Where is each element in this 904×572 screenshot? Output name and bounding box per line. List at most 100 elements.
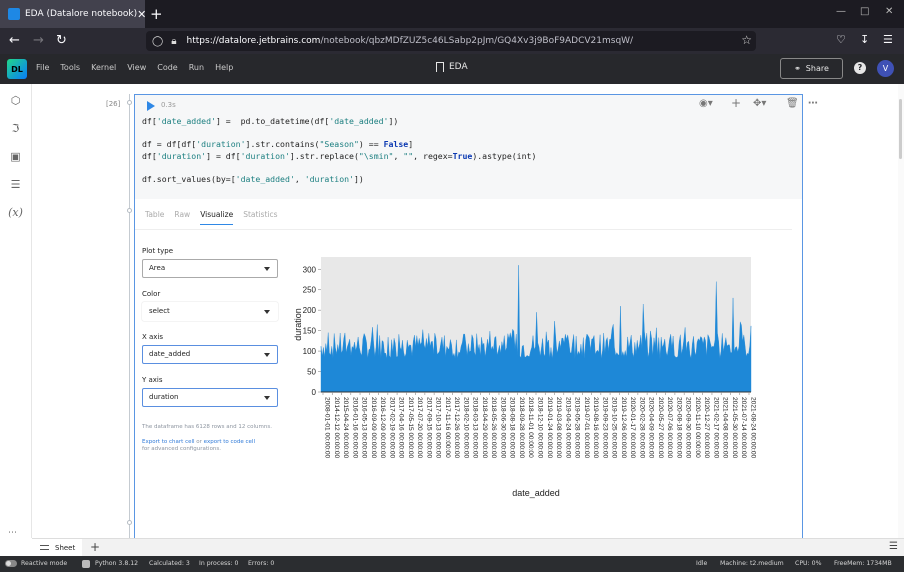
address-bar[interactable]: ◯ 🔒︎ https://datalore.jetbrains.com/note… [146,31,756,51]
cell-handle[interactable] [127,100,132,105]
sheet-tab[interactable]: Sheet [32,539,82,556]
x-tick-label: 2016-05-13 00:00:00 [361,397,368,459]
reactive-mode-toggle[interactable] [5,560,17,567]
visibility-icon[interactable]: ◉▾ [699,98,713,109]
plot-type-select[interactable]: Area [142,259,278,278]
cpu-usage: CPU: 0% [795,560,822,567]
add-cell-icon[interactable]: + [731,96,741,110]
code-cell[interactable]: 0.3s ◉▾ + ✥▾ 🗑︎ ⋯ df['date_added'] = pd.… [134,94,818,538]
tab-table[interactable]: Table [145,210,164,225]
x-tick-label: 2019-12-06 00:00:00 [620,397,627,459]
x-tick-label: 2018-12-10 00:00:00 [537,397,544,459]
code-token: False [383,139,409,149]
cell-output: Table Raw Visualize Statistics Plot type Ar… [135,199,802,538]
x-tick-label: 2016-09-09 00:00:00 [370,397,377,459]
close-window-icon[interactable]: ✕ [885,6,893,17]
back-icon[interactable]: ← [9,32,20,50]
next-cell-handle[interactable] [127,520,132,525]
menu-item-code[interactable]: Code [157,63,177,72]
lock-icon[interactable]: 🔒︎ [171,36,176,47]
menu-item-help[interactable]: Help [215,63,233,72]
tab-raw[interactable]: Raw [174,210,190,225]
menu-item-tools[interactable]: Tools [60,63,80,72]
x-tick-label: 2016-01-16 00:00:00 [351,397,358,459]
code-token: 'date_added' [235,173,295,184]
maximize-icon[interactable]: □ [860,6,869,17]
reload-icon[interactable]: ↻ [56,32,67,50]
share-button[interactable]: ⚭ Share [780,58,843,79]
scrollbar[interactable] [898,84,904,538]
left-sidebar: ⬡ ℑ ▣ ☰ (x) [0,84,32,538]
output-handle[interactable] [127,208,132,213]
shield-icon[interactable]: ◯ [152,36,163,47]
cube-icon[interactable]: ⬡ [8,94,23,109]
x-tick-label: 2017-10-13 00:00:00 [435,397,442,459]
minimize-icon[interactable]: — [836,6,846,17]
x-tick-label: 2018-08-18 00:00:00 [509,397,516,459]
share-label: Share [805,64,829,73]
url-host: https://datalore.jetbrains.com [186,36,321,46]
hamburger-menu-icon[interactable]: ☰ [883,33,893,46]
cell-editor[interactable]: 0.3s ◉▾ + ✥▾ 🗑︎ ⋯ df['date_added'] = pd.… [135,95,818,199]
python-version[interactable]: Python 3.8.12 [95,556,138,572]
notebook-title[interactable]: EDA [436,62,468,72]
menu-item-kernel[interactable]: Kernel [91,63,116,72]
code-token: ).astype(int) [472,150,537,161]
reactive-mode-label[interactable]: Reactive mode [21,556,67,572]
datalore-favicon-icon [8,8,20,20]
code-editor[interactable]: df['date_added'] = pd.to_datetime(df['da… [142,116,536,185]
variables-icon[interactable]: (x) [8,206,23,221]
help-icon[interactable]: ? [854,62,866,74]
code-line[interactable] [142,162,536,174]
forward-icon[interactable]: → [33,32,44,50]
close-tab-icon[interactable]: ✕ [137,8,146,21]
x-tick-label: 2015-04-24 00:00:00 [342,397,349,459]
y-tick-label: 200 [303,306,317,315]
url-text[interactable]: https://datalore.jetbrains.com/notebook/… [187,36,634,46]
avatar[interactable]: V [877,60,894,77]
more-options-icon[interactable]: ⋯ [808,98,818,109]
export-to-chart-link[interactable]: Export to chart cell [142,439,195,445]
free-memory: FreeMem: 1734MB [834,560,892,567]
color-select[interactable]: select [142,302,278,321]
menu-item-file[interactable]: File [36,63,49,72]
add-sheet-button[interactable]: + [90,540,100,554]
area-chart[interactable]: 0501001502002503002008-01-01 00:00:00 201… [291,252,766,538]
y-axis-value: duration [149,393,179,401]
chevron-down-icon [264,353,270,357]
x-tick-label: 2017-05-15 00:00:00 [407,397,414,459]
menu-item-run[interactable]: Run [189,63,204,72]
x-tick-label: 2018-06-30 00:00:00 [499,397,506,459]
code-line[interactable]: df['duration'] = df['duration'].str.repl… [142,151,536,163]
attachment-icon[interactable]: ℑ [8,122,23,137]
chip-icon[interactable]: ▣ [8,150,23,165]
export-to-code-link[interactable]: export to code cell [204,439,255,445]
menu-item-view[interactable]: View [127,63,146,72]
new-tab-button[interactable]: + [150,4,163,24]
delete-icon[interactable]: 🗑︎ [786,98,799,109]
outline-icon[interactable]: ☰ [8,178,23,193]
tab-visualize[interactable]: Visualize [200,210,234,225]
x-tick-label: 2019-08-16 00:00:00 [592,397,599,459]
move-icon[interactable]: ✥▾ [753,98,766,109]
run-cell-button[interactable] [147,101,155,111]
x-tick-label: 2019-10-25 00:00:00 [611,397,618,459]
tab-statistics[interactable]: Statistics [243,210,277,225]
bookmark-star-icon[interactable]: ☆ [741,33,752,47]
machine-type[interactable]: Machine: t2.medium [720,556,784,572]
sheet-icon [40,545,49,550]
sheet-menu-icon[interactable]: ☰ [889,541,898,552]
x-tick-label: 2021-07-14 00:00:00 [740,397,747,459]
download-icon[interactable]: ↧ [860,33,869,46]
scrollbar-thumb[interactable] [899,99,902,159]
browser-tab[interactable]: EDA (Datalore notebook) ✕ [0,0,146,28]
code-line[interactable]: df.sort_values(by=['date_added', 'durati… [142,174,536,186]
more-icon[interactable]: ⋯ [8,528,17,538]
x-axis-select[interactable]: date_added [142,345,278,364]
datalore-logo[interactable]: DL [7,59,27,79]
y-axis-select[interactable]: duration [142,388,278,407]
pocket-icon[interactable]: ♡ [836,33,846,46]
code-line[interactable]: df['date_added'] = pd.to_datetime(df['da… [142,116,536,128]
code-line[interactable] [142,128,536,140]
code-line[interactable]: df = df[df['duration'].str.contains("Sea… [142,139,536,151]
